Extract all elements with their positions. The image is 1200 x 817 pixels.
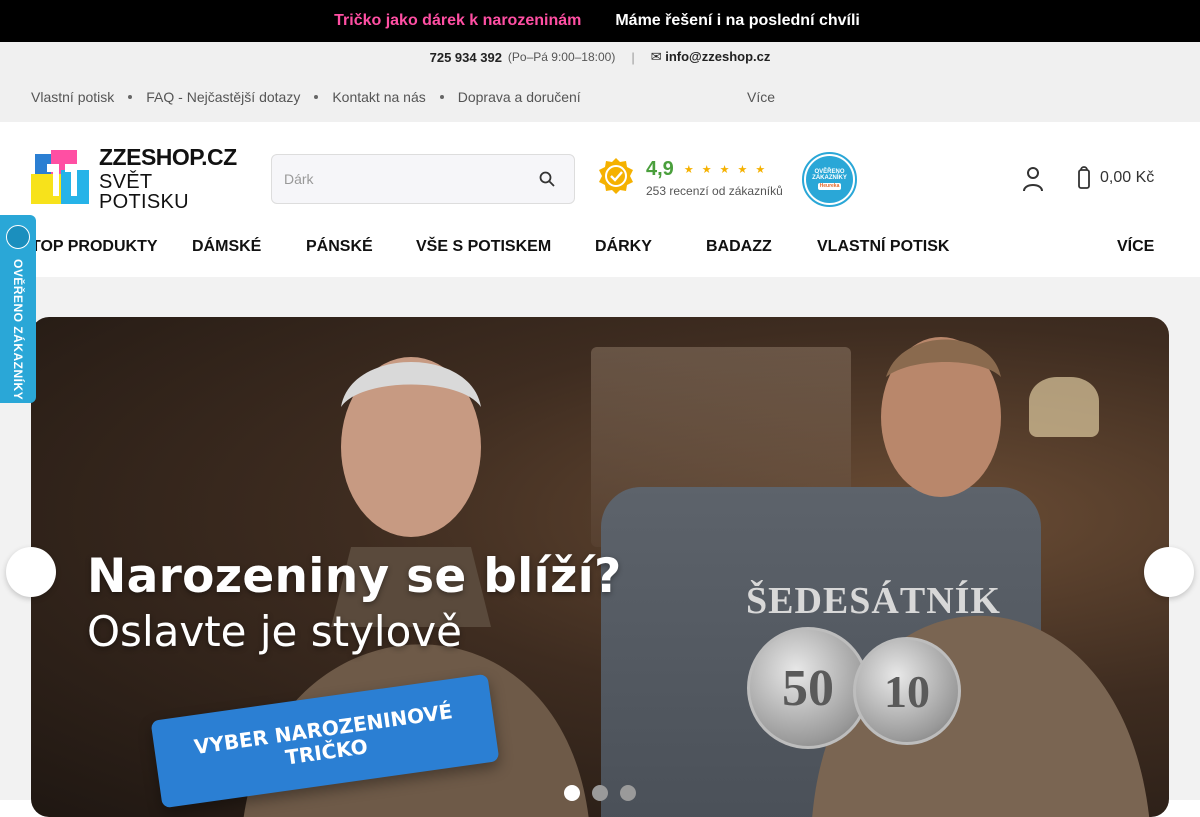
rating-stars: ★ ★ ★ ★ ★ [684, 163, 765, 176]
side-verified-badge[interactable]: OVĚŘENO ZÁKAZNÍKY [0, 215, 36, 403]
promo-bar: Tričko jako dárek k narozeninám Máme řeš… [0, 0, 1200, 42]
middle-aged-man-image [812, 337, 1149, 817]
nav-mens[interactable]: PÁNSKÉ [306, 238, 391, 256]
slider-prev-button[interactable] [6, 547, 56, 597]
nav-womens[interactable]: DÁMSKÉ [192, 238, 279, 256]
nav-all-printed[interactable]: VŠE S POTISKEM [416, 238, 569, 256]
cart-amount: 0,00 Kč [1100, 169, 1155, 186]
slider-dots [564, 785, 636, 801]
nav-custom-print-label: VLASTNÍ POTISK [817, 238, 950, 255]
info-navigation: Vlastní potisk FAQ - Nejčastější dotazy … [0, 72, 1200, 122]
nav-custom-print[interactable]: VLASTNÍ POTISK [817, 238, 967, 256]
slider-dot[interactable] [564, 785, 580, 801]
star-icon: ★ [683, 164, 694, 176]
main-navigation: TOP PRODUKTY DÁMSKÉ PÁNSKÉ VŠE S POTISKE… [0, 230, 1200, 276]
cart-icon [1078, 166, 1090, 189]
nav-badazz[interactable]: BADAZZ [706, 238, 772, 256]
divider: | [631, 49, 635, 65]
slider-dot[interactable] [620, 785, 636, 801]
search-button[interactable] [532, 164, 562, 194]
phone-link[interactable]: 725 934 392 [430, 50, 502, 65]
nav-mens-label: PÁNSKÉ [306, 238, 373, 255]
rating-score: 4,9 [646, 158, 674, 180]
star-icon: ★ [755, 164, 766, 176]
info-nav-contact[interactable]: Kontakt na nás [332, 89, 425, 105]
heureka-brand: Heureka [817, 183, 842, 191]
nav-more[interactable]: VÍCE [1117, 238, 1164, 256]
shirt-print-title: ŠEDESÁTNÍK [746, 580, 1001, 622]
logo-text: ZZESHOP.CZ SVĚT POTISKU [99, 144, 237, 213]
info-nav-faq[interactable]: FAQ - Nejčastější dotazy [146, 89, 300, 105]
info-nav-more[interactable]: Více [747, 89, 783, 105]
search-input[interactable] [284, 171, 532, 187]
user-icon [1023, 167, 1043, 192]
separator-dot [439, 95, 444, 99]
hero-title: Narozeniny se blíží? [87, 549, 622, 604]
nav-gifts[interactable]: DÁRKY [595, 238, 670, 256]
search-icon [539, 171, 555, 187]
nav-more-label: VÍCE [1117, 238, 1155, 255]
nav-all-printed-label: VŠE S POTISKEM [416, 238, 552, 255]
hero-section: ŠEDESÁTNÍK 50 10 Narozeniny se blíží? Os… [0, 277, 1200, 817]
slider-next-button[interactable] [1144, 547, 1194, 597]
logo-line-1: ZZESHOP.CZ [99, 144, 237, 170]
slider-dot[interactable] [592, 785, 608, 801]
site-logo[interactable]: ZZESHOP.CZ SVĚT POTISKU [31, 146, 237, 212]
logo-mark-icon [31, 150, 93, 208]
promo-last-minute-text: Máme řešení i na poslední chvíli [615, 12, 860, 29]
coin-50-image: 50 [747, 627, 869, 749]
hero-subtitle: Oslavte je stylově [87, 607, 462, 656]
logo-line-2: SVĚT POTISKU [99, 171, 189, 213]
heureka-line-2: ZÁKAZNÍKY [812, 174, 847, 181]
nav-gifts-label: DÁRKY [595, 238, 652, 255]
star-icon: ★ [701, 164, 712, 176]
star-icon: ★ [737, 164, 748, 176]
info-nav-custom-print[interactable]: Vlastní potisk [31, 89, 114, 105]
nav-top-products-label: TOP PRODUKTY [31, 238, 158, 255]
customer-rating[interactable]: 4,9 ★ ★ ★ ★ ★ 253 recenzí od zákazníků [596, 156, 783, 200]
contact-bar: 725 934 392 (Po–Pá 9:00–18:00) | ✉ info@… [0, 42, 1200, 72]
nav-top-products[interactable]: TOP PRODUKTY [31, 238, 158, 256]
star-icon: ★ [719, 164, 730, 176]
separator-dot [128, 95, 133, 99]
coin-10-image: 10 [853, 637, 961, 745]
separator-dot [314, 95, 319, 99]
user-account-button[interactable] [1022, 166, 1044, 192]
promo-link-last-minute[interactable]: Máme řešení i na poslední chvíli [615, 12, 866, 30]
side-badge-text: OVĚŘENO ZÁKAZNÍKY [11, 259, 25, 401]
rating-badge-icon [599, 158, 633, 194]
cart-button[interactable]: 0,00 Kč [1078, 166, 1164, 190]
nav-badazz-label: BADAZZ [706, 238, 772, 255]
email-link[interactable]: ✉ info@zzeshop.cz [651, 49, 771, 65]
hero-banner[interactable]: ŠEDESÁTNÍK 50 10 Narozeniny se blíží? Os… [31, 317, 1169, 817]
promo-link-birthday[interactable]: Tričko jako dárek k narozeninám [334, 12, 587, 30]
heureka-seal: OVĚŘENO ZÁKAZNÍKY Heureka [806, 156, 853, 203]
rating-count: 253 recenzí od zákazníků [646, 184, 783, 198]
promo-birthday-text: Tričko jako dárek k narozeninám [334, 12, 582, 29]
search-box [271, 154, 575, 204]
opening-hours: (Po–Pá 9:00–18:00) [507, 50, 616, 64]
heureka-verified-badge[interactable]: OVĚŘENO ZÁKAZNÍKY Heureka [802, 152, 857, 207]
info-nav-shipping[interactable]: Doprava a doručení [458, 89, 581, 105]
verified-seal-icon [6, 225, 30, 249]
info-nav-more-label: Více [747, 89, 776, 105]
nav-womens-label: DÁMSKÉ [192, 238, 262, 255]
